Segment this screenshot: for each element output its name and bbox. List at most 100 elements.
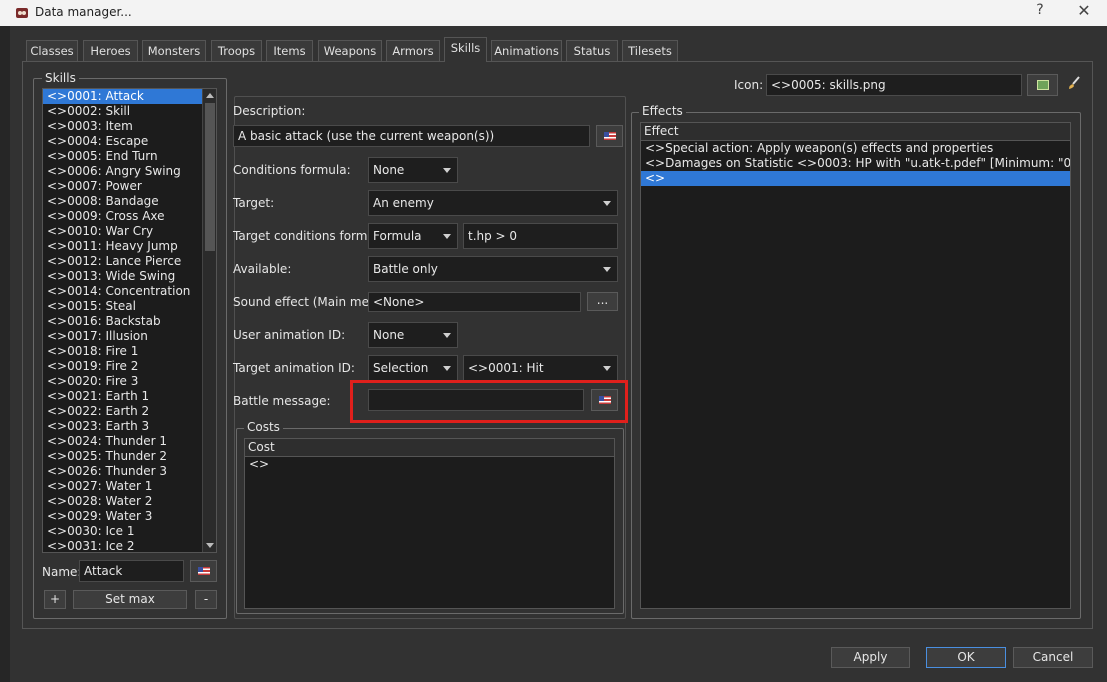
tab-heroes[interactable]: Heroes bbox=[83, 40, 138, 61]
table-row[interactable]: <>Special action: Apply weapon(s) effect… bbox=[641, 141, 1070, 156]
list-item[interactable]: <>0010: War Cry bbox=[43, 224, 216, 239]
list-item[interactable]: <>0015: Steal bbox=[43, 299, 216, 314]
table-row[interactable]: <> bbox=[245, 457, 614, 472]
apply-button[interactable]: Apply bbox=[831, 647, 910, 668]
sound-effect-input[interactable]: <None> bbox=[368, 292, 581, 312]
icon-input[interactable]: <>0005: skills.png bbox=[766, 74, 1022, 96]
list-item[interactable]: <>0025: Thunder 2 bbox=[43, 449, 216, 464]
skills-group-title: Skills bbox=[42, 71, 79, 85]
tab-weapons[interactable]: Weapons bbox=[318, 40, 382, 61]
table-row[interactable]: <>Damages on Statistic <>0003: HP with "… bbox=[641, 156, 1070, 171]
target-conditions-formula-input[interactable]: t.hp > 0 bbox=[463, 223, 618, 249]
chevron-down-icon bbox=[603, 366, 611, 371]
chevron-down-icon bbox=[603, 201, 611, 206]
list-item[interactable]: <>0029: Water 3 bbox=[43, 509, 216, 524]
tab-armors[interactable]: Armors bbox=[386, 40, 440, 61]
list-item[interactable]: <>0030: Ice 1 bbox=[43, 524, 216, 539]
background-strip bbox=[0, 26, 10, 682]
target-select[interactable]: An enemy bbox=[368, 190, 618, 216]
list-item[interactable]: <>0023: Earth 3 bbox=[43, 419, 216, 434]
target-conditions-mode-select[interactable]: Formula bbox=[368, 223, 458, 249]
costs-table-header: Cost bbox=[245, 439, 614, 457]
conditions-formula-value: None bbox=[373, 163, 405, 177]
target-value: An enemy bbox=[373, 196, 434, 210]
description-label: Description: bbox=[233, 104, 306, 118]
chevron-down-icon bbox=[443, 333, 451, 338]
list-item[interactable]: <>0022: Earth 2 bbox=[43, 404, 216, 419]
list-item[interactable]: <>0002: Skill bbox=[43, 104, 216, 119]
target-animation-mode-select[interactable]: Selection bbox=[368, 355, 458, 381]
list-item[interactable]: <>0019: Fire 2 bbox=[43, 359, 216, 374]
list-item[interactable]: <>0009: Cross Axe bbox=[43, 209, 216, 224]
cancel-button[interactable]: Cancel bbox=[1013, 647, 1093, 668]
tab-animations[interactable]: Animations bbox=[491, 40, 562, 61]
app-icon bbox=[14, 5, 30, 21]
user-animation-select[interactable]: None bbox=[368, 322, 458, 348]
name-translate-button[interactable] bbox=[190, 560, 217, 582]
tab-troops[interactable]: Troops bbox=[211, 40, 262, 61]
target-conditions-mode-value: Formula bbox=[373, 229, 422, 243]
remove-skill-button[interactable]: - bbox=[195, 590, 217, 609]
list-item[interactable]: <>0013: Wide Swing bbox=[43, 269, 216, 284]
target-animation-value: <>0001: Hit bbox=[468, 361, 544, 375]
ok-button[interactable]: OK bbox=[926, 647, 1006, 668]
tab-classes[interactable]: Classes bbox=[26, 40, 78, 61]
list-item[interactable]: <>0001: Attack bbox=[43, 89, 216, 104]
add-skill-button[interactable]: + bbox=[44, 590, 66, 609]
description-translate-button[interactable] bbox=[596, 125, 623, 147]
chevron-down-icon bbox=[443, 168, 451, 173]
help-button[interactable]: ? bbox=[1030, 2, 1050, 22]
list-item[interactable]: <>0020: Fire 3 bbox=[43, 374, 216, 389]
conditions-formula-select[interactable]: None bbox=[368, 157, 458, 183]
chevron-down-icon bbox=[603, 267, 611, 272]
user-animation-value: None bbox=[373, 328, 405, 342]
list-item[interactable]: <>0017: Illusion bbox=[43, 329, 216, 344]
list-item[interactable]: <>0011: Heavy Jump bbox=[43, 239, 216, 254]
list-item[interactable]: <>0027: Water 1 bbox=[43, 479, 216, 494]
list-item[interactable]: <>0021: Earth 1 bbox=[43, 389, 216, 404]
list-item[interactable]: <>0014: Concentration bbox=[43, 284, 216, 299]
list-item[interactable]: <>0028: Water 2 bbox=[43, 494, 216, 509]
list-item[interactable]: <>0016: Backstab bbox=[43, 314, 216, 329]
tab-monsters[interactable]: Monsters bbox=[142, 40, 206, 61]
costs-table[interactable]: Cost <> bbox=[244, 438, 615, 609]
list-item[interactable]: <>0031: Ice 2 bbox=[43, 539, 216, 552]
icon-picker-button[interactable] bbox=[1027, 74, 1058, 96]
list-item[interactable]: <>0012: Lance Pierce bbox=[43, 254, 216, 269]
skills-list-scrollbar[interactable] bbox=[202, 89, 216, 552]
table-row[interactable]: <> bbox=[641, 171, 1070, 186]
close-button[interactable]: ✕ bbox=[1072, 1, 1096, 23]
list-item[interactable]: <>0018: Fire 1 bbox=[43, 344, 216, 359]
name-input[interactable]: Attack bbox=[79, 560, 184, 582]
target-conditions-formula-label: Target conditions formula: bbox=[233, 229, 390, 243]
scroll-up-icon[interactable] bbox=[206, 93, 214, 98]
list-item[interactable]: <>0008: Bandage bbox=[43, 194, 216, 209]
skills-list[interactable]: <>0001: Attack <>0002: Skill <>0003: Item <… bbox=[42, 88, 217, 553]
tab-skills[interactable]: Skills bbox=[444, 37, 487, 62]
list-item[interactable]: <>0003: Item bbox=[43, 119, 216, 134]
icon-label: Icon: bbox=[734, 78, 764, 92]
list-item[interactable]: <>0024: Thunder 1 bbox=[43, 434, 216, 449]
brush-icon[interactable] bbox=[1066, 75, 1082, 91]
title-bar: Data manager... ? ✕ bbox=[0, 0, 1107, 26]
conditions-formula-label: Conditions formula: bbox=[233, 163, 351, 177]
set-max-button[interactable]: Set max bbox=[73, 590, 187, 609]
description-input[interactable]: A basic attack (use the current weapon(s… bbox=[233, 125, 590, 147]
effects-table[interactable]: Effect <>Special action: Apply weapon(s)… bbox=[640, 122, 1071, 609]
list-item[interactable]: <>0007: Power bbox=[43, 179, 216, 194]
scroll-down-icon[interactable] bbox=[206, 543, 214, 548]
tab-tilesets[interactable]: Tilesets bbox=[622, 40, 678, 61]
sound-effect-browse-button[interactable]: ... bbox=[587, 292, 618, 311]
scrollbar-thumb[interactable] bbox=[205, 103, 215, 251]
list-item[interactable]: <>0026: Thunder 3 bbox=[43, 464, 216, 479]
list-item[interactable]: <>0005: End Turn bbox=[43, 149, 216, 164]
tab-status[interactable]: Status bbox=[566, 40, 618, 61]
list-item[interactable]: <>0004: Escape bbox=[43, 134, 216, 149]
tab-items[interactable]: Items bbox=[266, 40, 313, 61]
available-select[interactable]: Battle only bbox=[368, 256, 618, 282]
target-animation-select[interactable]: <>0001: Hit bbox=[463, 355, 618, 381]
effects-group-title: Effects bbox=[639, 104, 686, 118]
costs-group-title: Costs bbox=[244, 420, 283, 434]
highlight-box bbox=[350, 380, 628, 423]
list-item[interactable]: <>0006: Angry Swing bbox=[43, 164, 216, 179]
